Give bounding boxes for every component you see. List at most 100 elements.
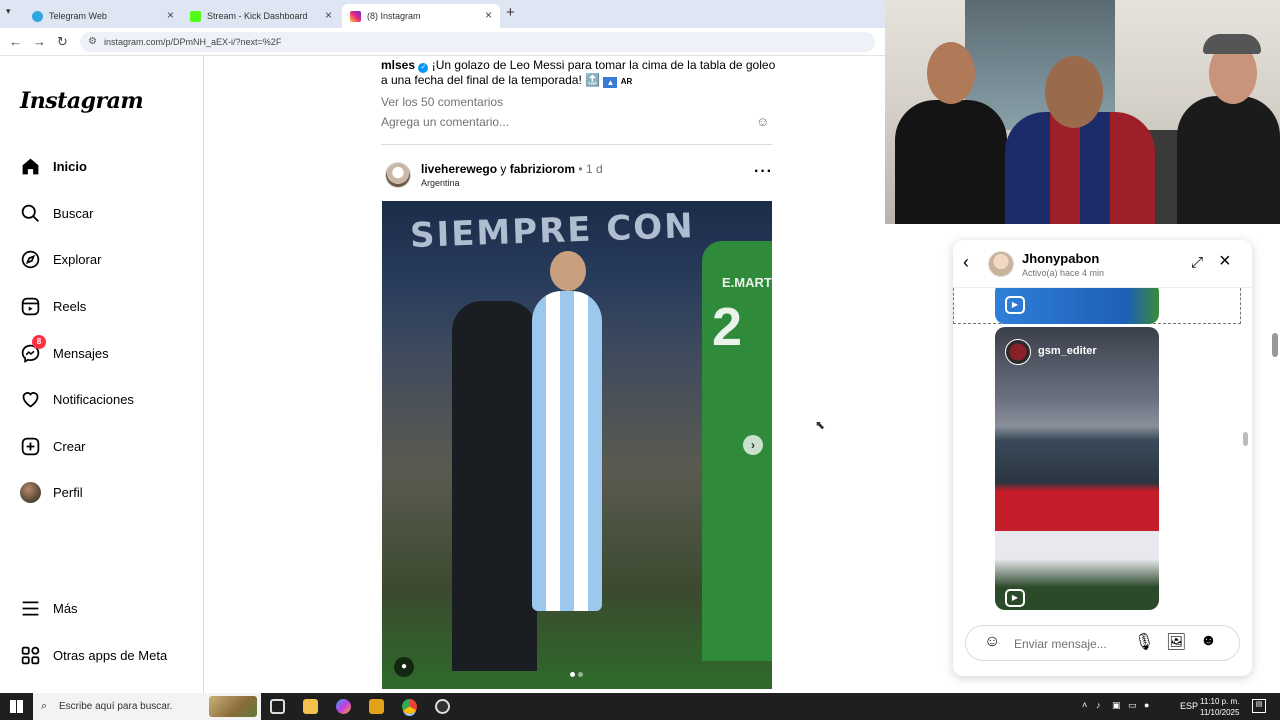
sticker-icon[interactable]: ☻ [1200,632,1217,650]
search-icon: ⌕ [41,700,48,712]
nav-item-explorar[interactable]: Explorar [20,245,101,273]
back-arrow-icon[interactable]: ← [9,34,22,49]
image-player-head [550,251,586,291]
mouse-cursor-icon: ⬉ [815,418,826,432]
tab-telegram[interactable]: Telegram Web × [24,4,182,28]
view-comments-link[interactable]: Ver los 50 comentarios [381,95,503,109]
instagram-favicon-icon [350,10,361,22]
webcam-person-right [1177,96,1280,224]
shared-reel-message[interactable]: gsm_editer ▶ [995,327,1159,610]
profile-avatar [20,481,41,503]
emoji-icon[interactable]: ☺ [756,114,769,129]
dm-contact-avatar[interactable] [988,251,1014,277]
webcam-face-center [1045,56,1103,128]
volume-icon[interactable]: ♪ [1096,700,1101,710]
file-explorer-icon[interactable] [303,699,318,714]
nav-item-perfil[interactable]: Perfil [20,478,83,506]
post-image[interactable]: SIEMPRE CON E.MART 2 › ● [382,201,772,689]
nav-item-notificaciones[interactable]: Notificaciones [20,385,134,413]
windows-taskbar: ⌕ Escribe aquí para buscar. ˄ ♪ ▣ ▭ ● ES… [0,693,1280,720]
store-icon[interactable] [369,699,384,714]
add-comment-input[interactable]: Agrega un comentario... [381,115,509,129]
dm-message-list[interactable]: ▶ gsm_editer ▶ [953,288,1252,610]
post-author-2[interactable]: fabriziorom [510,162,575,176]
nav-item-crear[interactable]: Crear [20,432,86,460]
webcam-person-center [1005,112,1155,224]
image-icon[interactable]: 🖼 [1166,632,1186,652]
nav-label: Perfil [53,484,83,500]
post-author-avatar[interactable] [385,162,411,188]
clock[interactable]: 11:10 p. m. 11/10/2025 [1200,696,1239,718]
hamburger-menu-icon [22,601,39,615]
tab-kick-dashboard[interactable]: Stream - Kick Dashboard × [182,4,340,28]
nav-item-buscar[interactable]: Buscar [20,199,93,227]
telegram-favicon-icon [32,10,43,22]
taskbar-search-placeholder: Escribe aquí para buscar. [59,701,173,712]
chrome-icon[interactable] [402,699,417,714]
webcam-overlay [885,0,1280,224]
new-tab-plus-icon[interactable]: + [506,4,515,21]
post-header: liveherewego y fabriziorom • 1 d [421,162,603,176]
forward-arrow-icon[interactable]: → [33,34,46,49]
prev-post-username[interactable]: mlses [381,58,415,72]
battery-icon[interactable]: ▭ [1128,700,1137,711]
nav-label: Reels [53,298,87,314]
taskbar-search-box[interactable]: ⌕ Escribe aquí para buscar. [33,693,261,720]
tab-search-chevron-icon[interactable]: ▾ [6,6,11,17]
url-field[interactable]: ⚙ instagram.com/p/DPmNH_aEX-i/?next=%2F [80,32,875,52]
webcam-cap [1203,34,1261,54]
close-icon[interactable]: × [1219,250,1231,273]
close-tab-icon[interactable]: × [485,8,492,22]
prev-post-caption: mlses ✓ ¡Un golazo de Leo Messi para tom… [381,58,776,89]
copilot-icon[interactable] [336,699,351,714]
notifications-icon[interactable]: ▤ [1252,699,1266,713]
direct-message-window: ‹ Jhonypabon Activo(a) hace 4 min ⤢ × ▶ … [953,240,1252,676]
back-chevron-icon[interactable]: ‹ [963,252,969,273]
nav-item-mensajes[interactable]: 8 Mensajes [20,334,109,367]
instagram-logo[interactable]: Instagram [20,88,144,114]
plus-square-icon [21,437,40,455]
site-info-icon[interactable]: ⚙ [88,32,97,52]
post-divider [381,144,772,145]
carousel-next-icon[interactable]: › [743,435,763,455]
mic-tray-icon[interactable]: ● [1144,700,1149,710]
instagram-sidebar: Instagram Inicio Buscar Explorar Reels 8… [0,56,204,693]
windows-start-icon[interactable] [10,700,23,713]
nav-item-inicio[interactable]: Inicio [20,152,87,180]
webcam-face-left [927,42,975,104]
network-icon[interactable]: ▣ [1112,700,1121,711]
more-options-icon[interactable]: ··· [754,163,773,181]
emoji-icon[interactable]: ☺ [984,633,1000,651]
carousel-dot-active [570,672,575,677]
search-highlight-image [209,696,257,717]
language-indicator[interactable]: ESP [1180,701,1198,711]
nav-item-reels[interactable]: Reels [20,292,86,320]
post-location[interactable]: Argentina [421,178,460,188]
clock-time: 11:10 p. m. [1200,697,1240,706]
clock-date: 11/10/2025 [1200,708,1240,717]
expand-icon[interactable]: ⤢ [1191,254,1203,271]
message-input[interactable]: ☺ Enviar mensaje... 🎙 🖼 ☻ [965,625,1240,661]
prev-post-caption-text: ¡Un golazo de Leo Messi para tomar la ci… [381,58,776,87]
reload-icon[interactable]: ↻ [57,34,68,50]
close-tab-icon[interactable]: × [325,8,332,22]
obs-icon[interactable] [435,699,450,714]
tagged-users-icon[interactable]: ● [394,657,414,677]
reel-author-name[interactable]: gsm_editer [1038,345,1097,357]
shared-reel-message[interactable]: ▶ [995,288,1159,324]
dm-contact-name[interactable]: Jhonypabon [1022,251,1099,266]
nav-label: Explorar [53,251,102,267]
microphone-icon[interactable]: 🎙 [1134,632,1154,652]
dm-scrollbar-thumb[interactable] [1243,432,1248,446]
nav-item-mas[interactable]: Más [20,594,78,622]
tray-chevron-icon[interactable]: ˄ [1082,700,1087,710]
reels-icon: ▶ [1005,296,1025,314]
post-author-1[interactable]: liveherewego [421,162,497,176]
nav-item-meta-apps[interactable]: Otras apps de Meta [20,641,167,669]
tab-instagram[interactable]: (8) Instagram × [342,4,500,28]
task-view-icon[interactable] [270,699,285,714]
search-icon [21,204,39,222]
page-scrollbar-thumb[interactable] [1272,333,1278,357]
close-tab-icon[interactable]: × [167,8,174,22]
kick-favicon-icon [190,10,201,22]
